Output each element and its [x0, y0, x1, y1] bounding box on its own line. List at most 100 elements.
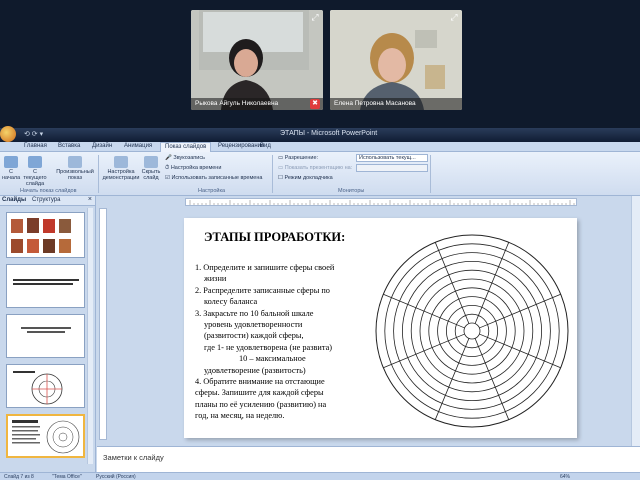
- button-label: С текущего слайда: [23, 169, 47, 187]
- wheel-spoke: [383, 333, 465, 369]
- slide-counter: Слайд 7 из 8: [4, 474, 34, 480]
- expand-icon[interactable]: ⤢: [449, 12, 459, 22]
- slide-thumbnail-selected[interactable]: [6, 414, 85, 458]
- use-timings-checkbox[interactable]: ☑ Использовать записанные времена: [165, 175, 262, 181]
- participant-name: Рыкова Айгуль Николаевна: [191, 98, 323, 110]
- tab-animation[interactable]: Анимация: [124, 143, 152, 149]
- notes-pane[interactable]: Заметки к слайду: [97, 446, 640, 472]
- balance-wheel-diagram: [375, 234, 569, 428]
- rehearse-timings-button[interactable]: ⏱ Настройка времени: [165, 165, 221, 172]
- custom-show-icon: [68, 156, 82, 168]
- resolution-dropdown[interactable]: Использовать текущ...: [356, 154, 428, 162]
- tab-outline[interactable]: Структура: [32, 197, 60, 203]
- slide-thumbnail-preview: [11, 218, 71, 253]
- record-narration-button[interactable]: 🎤 Звукозапись: [165, 155, 205, 161]
- vertical-scrollbar[interactable]: [631, 196, 640, 446]
- custom-show-button[interactable]: Произвольный показ: [56, 156, 94, 181]
- ribbon-separator: [272, 155, 273, 193]
- slide-text-line: 4. Обратите внимание на отстающие: [195, 377, 325, 387]
- setup-show-button[interactable]: Настройка демонстрации: [102, 156, 140, 181]
- slide-text-line: год, на месяц, на неделю.: [195, 411, 285, 421]
- wheel-ring: [375, 234, 569, 428]
- theme-name: "Тема Office": [52, 474, 82, 480]
- tab-view[interactable]: Вид: [260, 143, 271, 149]
- presenter-view-checkbox[interactable]: ☐ Режим докладчика: [278, 175, 333, 181]
- expand-icon[interactable]: ⤢: [310, 12, 320, 22]
- wheel-ring: [419, 278, 525, 384]
- slide-thumbnail-preview: [12, 420, 80, 454]
- wheel-ring: [428, 287, 516, 375]
- hide-slide-button[interactable]: Скрыть слайд: [140, 156, 162, 181]
- ribbon: С начала С текущего слайда Произвольный …: [0, 152, 640, 196]
- quick-access-toolbar[interactable]: ⟲ ⟳ ▾: [24, 130, 43, 138]
- hide-slide-icon: [144, 156, 158, 168]
- zoom-level[interactable]: 64%: [560, 474, 570, 480]
- status-bar: Слайд 7 из 8 "Тема Office" Русский (Росс…: [0, 472, 640, 480]
- slide-thumbnail[interactable]: [6, 264, 85, 308]
- slide-text-line: уровень удовлетворенности: [204, 320, 303, 330]
- group-label-monitors: Мониторы: [338, 188, 365, 194]
- participant-name: Елена Петровна Масанова: [330, 98, 462, 110]
- wheel-spoke: [479, 293, 561, 329]
- ribbon-separator: [98, 155, 99, 193]
- slide-thumbnail[interactable]: [6, 212, 85, 258]
- tab-slide-show[interactable]: Показ слайдов: [160, 142, 212, 152]
- show-on-dropdown[interactable]: [356, 164, 428, 172]
- slide-body-text[interactable]: 1. Определите и запишите сферы своей жизн…: [195, 262, 369, 422]
- setup-show-icon: [114, 156, 128, 168]
- horizontal-ruler: [185, 198, 577, 206]
- slideshow-current-icon: [28, 156, 42, 168]
- ribbon-separator: [430, 155, 431, 193]
- slide-thumbnail[interactable]: [6, 364, 85, 408]
- wheel-spoke: [474, 338, 510, 420]
- ribbon-tabs: Главная Вставка Дизайн Анимация Показ сл…: [0, 142, 640, 152]
- group-label-start: Начать показ слайдов: [20, 188, 77, 194]
- ruler-ticks: [189, 200, 575, 205]
- slide-text-line: 10 – максимальное: [239, 354, 306, 364]
- title-bar: ⟲ ⟳ ▾ ЭТАПЫ - Microsoft PowerPoint: [0, 126, 640, 142]
- wheel-ring: [402, 261, 542, 401]
- slide-thumbnail-preview: [13, 371, 63, 405]
- wheel-spoke: [474, 242, 510, 324]
- workspace: Слайды Структура × ЭТАПЫ ПРОРАБОТКИ: 1. …: [0, 196, 640, 472]
- wheel-hub: [463, 322, 481, 340]
- wheel-spoke: [479, 333, 561, 369]
- from-current-slide-button[interactable]: С текущего слайда: [22, 156, 48, 187]
- from-beginning-button[interactable]: С начала: [2, 156, 20, 181]
- show-on-label: ▭ Показать презентацию на:: [278, 165, 353, 171]
- slide-title[interactable]: ЭТАПЫ ПРОРАБОТКИ:: [204, 230, 345, 245]
- office-button-icon[interactable]: [0, 126, 16, 142]
- slide-text-line: удовлетворение (развитость): [204, 365, 306, 375]
- current-slide[interactable]: ЭТАПЫ ПРОРАБОТКИ: 1. Определите и запиши…: [184, 218, 577, 438]
- slide-text-line: где 1- не удовлетворена (не развита): [204, 342, 333, 352]
- slide-text-line: 1. Определите и запишите сферы своей: [195, 263, 335, 272]
- participant-video-1: [191, 10, 323, 110]
- group-label-setup: Настройка: [198, 188, 226, 194]
- video-call-strip: ⤢ Рыкова Айгуль Николаевна ✖ ⤢ Елена Пет…: [0, 0, 640, 128]
- panel-scrollbar[interactable]: [87, 208, 93, 464]
- participant-video-2: [330, 10, 462, 110]
- mic-muted-icon: ✖: [310, 99, 320, 109]
- language-indicator[interactable]: Русский (Россия): [96, 474, 136, 480]
- participant-tile-1[interactable]: ⤢ Рыкова Айгуль Николаевна ✖: [191, 10, 323, 110]
- tab-review[interactable]: Рецензирование: [218, 143, 264, 149]
- wheel-spoke: [383, 293, 465, 329]
- tab-slides[interactable]: Слайды: [2, 197, 26, 203]
- close-icon[interactable]: ×: [88, 196, 92, 203]
- item-label: Настройка времени: [170, 165, 222, 171]
- wheel-spoke: [434, 242, 470, 324]
- participant-tile-2[interactable]: ⤢ Елена Петровна Масанова: [330, 10, 462, 110]
- tab-design[interactable]: Дизайн: [92, 143, 112, 149]
- slide-text-line: 3. Закрасьте по 10 бальной шкале: [195, 308, 314, 318]
- slide-thumbnail-preview: [13, 279, 79, 285]
- item-label: Режим докладчика: [284, 175, 333, 181]
- slide-editing-area: ЭТАПЫ ПРОРАБОТКИ: 1. Определите и запиши…: [97, 196, 640, 446]
- tab-home[interactable]: Главная: [24, 143, 47, 149]
- tab-insert[interactable]: Вставка: [58, 143, 80, 149]
- slide-thumbnail[interactable]: [6, 314, 85, 358]
- slide-text-line: планы по её усилению (развитию) на: [195, 399, 327, 409]
- wheel-ring: [454, 313, 490, 349]
- notes-placeholder: Заметки к слайду: [103, 453, 164, 462]
- item-label: Показать презентацию на:: [284, 165, 353, 171]
- slide-text-line: (развитости) каждой сферы,: [204, 331, 304, 341]
